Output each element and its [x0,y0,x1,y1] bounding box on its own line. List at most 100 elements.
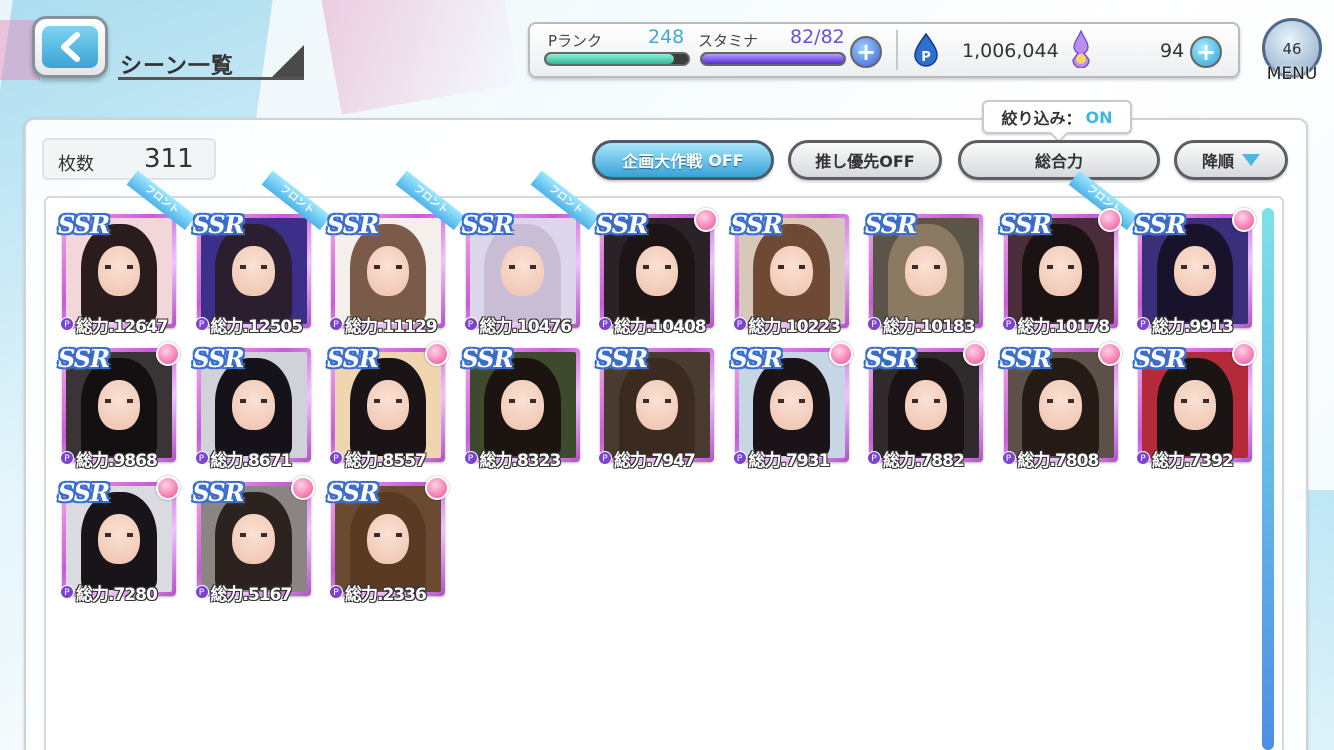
order-label: 降順 [1201,152,1234,171]
card-power: P 総力.12647 [60,314,169,337]
new-badge-icon [156,476,180,500]
portrait-eyes [239,264,268,269]
kikaku-toggle-button[interactable]: 企画大作戦 OFF [592,140,774,180]
card-power-value: 総力.8557 [345,450,427,471]
oshi-label: 推し優先OFF [815,152,915,171]
card-rarity: SSR [327,210,379,239]
scene-card[interactable]: SSR フロント P 総力.12505 [193,170,331,337]
rank-progress-fill [546,54,674,64]
card-rarity: SSR [192,478,245,507]
rank-progress-bar [544,52,690,66]
scene-card[interactable]: SSR P 総力.5167 [193,476,315,605]
portrait-eyes [374,532,402,537]
gem-plus-button[interactable]: + [1190,36,1222,68]
stamina-progress-fill [702,54,844,64]
new-badge-icon [156,342,180,366]
card-power: P 総力.9868 [60,448,158,471]
scene-card[interactable]: SSR フロント P 総力.10476 [462,170,600,337]
portrait-eyes [777,398,806,403]
portrait-face [366,379,410,431]
scene-card[interactable]: SSR P 総力.10223 [731,210,849,337]
scrollbar-thumb[interactable] [1262,208,1274,750]
portrait-eyes [508,264,537,269]
kikaku-label: 企画大作戦 [622,152,703,171]
back-button[interactable] [32,16,108,78]
portrait-eyes [1181,264,1209,269]
scene-card[interactable]: SSR P 総力.7280 [58,476,180,605]
portrait-eyes [912,264,940,269]
card-power-value: 総力.7280 [76,584,158,605]
card-power: P 総力.11129 [329,314,438,337]
scene-card[interactable]: SSR P 総力.7947 [596,344,714,471]
card-power: P 総力.10476 [463,314,573,337]
portrait-face [635,245,679,297]
card-power-value: 総力.10476 [479,316,573,337]
menu-button[interactable]: 46 MENU [1258,18,1326,86]
scene-card[interactable]: SSR P 総力.8671 [193,344,311,471]
sort-key-button[interactable]: 総合力 [958,140,1160,180]
p-type-icon: P [1001,451,1016,465]
rank-value: 248 [648,26,685,48]
p-type-icon: P [867,317,881,331]
scene-card[interactable]: SSR P 総力.8323 [462,344,580,471]
portrait-eyes [1181,398,1209,403]
scene-card[interactable]: SSR P 総力.7392 [1134,342,1256,471]
portrait-face [97,379,141,431]
status-bar: Pランク 248 スタミナ 82/82 + P 1,006,044 94 + [528,22,1240,78]
scene-card[interactable]: SSR P 総力.9913 [1134,208,1256,337]
card-rarity: SSR [730,344,783,373]
portrait-face [501,245,544,297]
portrait-face [366,245,410,297]
card-count-label: 枚数 [58,154,94,175]
stamina-progress-bar [700,52,846,66]
filter-status-tag[interactable]: 絞り込み： ON [982,100,1132,143]
oshi-priority-button[interactable]: 推し優先OFF [788,140,942,180]
scene-card[interactable]: SSR P 総力.7931 [731,342,853,471]
card-power: P 総力.7280 [60,582,158,605]
card-power: P 総力.7931 [732,448,830,471]
stamina-plus-button[interactable]: + [850,36,882,68]
portrait-face [366,513,410,565]
card-power-value: 総力.7392 [1152,450,1234,471]
p-type-icon: P [598,451,612,465]
p-type-icon: P [1136,451,1150,465]
scene-card[interactable]: SSR P 総力.2336 [327,476,449,605]
page-title: シーン一覧 [118,44,304,80]
card-count-value: 311 [144,144,194,174]
portrait-face [770,379,813,431]
portrait-eyes [105,532,133,537]
background-decoration [320,0,520,115]
card-power: P 総力.12505 [194,314,303,337]
card-power: P 総力.10223 [732,314,841,337]
player-level: 46 [1282,40,1302,58]
card-rarity: SSR [58,344,110,373]
scene-card[interactable]: SSR P 総力.9868 [58,342,180,471]
card-power: P 総力.5167 [194,582,293,605]
scene-card[interactable]: SSR フロント P 総力.10178 [1000,170,1138,337]
card-rarity: SSR [730,210,783,239]
new-badge-icon [290,476,315,500]
scene-card[interactable]: SSR P 総力.7808 [1000,342,1122,471]
card-rarity: SSR [327,478,379,507]
scene-card[interactable]: SSR フロント P 総力.11129 [327,170,465,337]
sort-order-button[interactable]: 降順 [1174,140,1288,180]
portrait-eyes [643,264,671,269]
scene-card[interactable]: SSR P 総力.10408 [596,208,718,337]
scene-card[interactable]: SSR P 総力.8557 [327,342,449,471]
card-power-value: 総力.2336 [345,584,427,605]
portrait-face [904,245,948,297]
portrait-eyes [643,398,671,403]
portrait-face [232,513,275,565]
p-type-icon: P [867,451,881,465]
scene-card[interactable]: SSR P 総力.10183 [865,210,983,337]
card-rarity: SSR [865,344,917,373]
scene-card[interactable]: SSR P 総力.7882 [865,342,987,471]
card-power-value: 総力.5167 [210,584,293,605]
status-divider [896,30,898,70]
card-rarity: SSR [461,344,514,373]
scene-card[interactable]: SSR フロント P 総力.12647 [58,170,196,337]
p-type-icon: P [732,317,747,331]
p-type-icon: P [194,585,209,599]
portrait-face [770,245,813,297]
p-type-icon: P [598,317,612,331]
